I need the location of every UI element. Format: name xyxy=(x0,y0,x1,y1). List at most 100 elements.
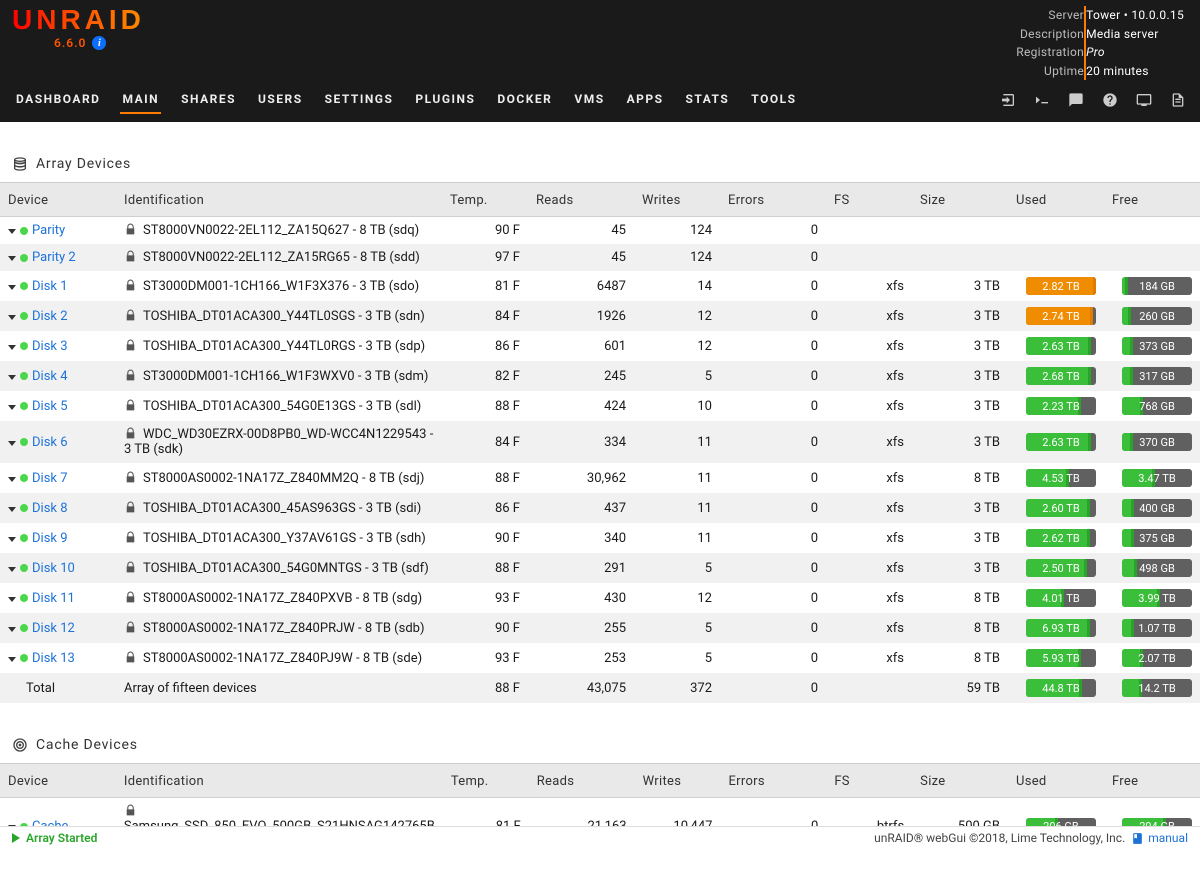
manual-link[interactable]: manual xyxy=(1131,831,1188,845)
device-link[interactable]: Disk 13 xyxy=(32,651,75,666)
errors-value: 0 xyxy=(720,643,826,673)
col-free[interactable]: Free xyxy=(1104,183,1200,217)
feedback-icon[interactable] xyxy=(1068,92,1084,108)
status-dot xyxy=(20,474,28,482)
device-ident: ST8000AS0002-1NA17Z_Z840MM2Q - 8 TB (sdj… xyxy=(143,471,424,486)
nav-apps[interactable]: APPS xyxy=(625,86,666,114)
expand-icon[interactable] xyxy=(8,229,16,234)
device-ident: TOSHIBA_DT01ACA300_Y44TL0SGS - 3 TB (sdn… xyxy=(143,309,425,324)
expand-icon[interactable] xyxy=(8,567,16,572)
expand-icon[interactable] xyxy=(8,441,16,446)
col-device[interactable]: Device xyxy=(0,764,116,798)
size-value: 8 TB xyxy=(912,613,1008,643)
help-icon[interactable] xyxy=(1102,92,1118,108)
table-row: Disk 1 ST3000DM001-1CH166_W1F3X376 - 3 T… xyxy=(0,271,1200,301)
lock-icon xyxy=(124,651,137,664)
nav-stats[interactable]: STATS xyxy=(684,86,732,114)
col-writes[interactable]: Writes xyxy=(635,764,721,798)
col-reads[interactable]: Reads xyxy=(528,183,634,217)
expand-icon[interactable] xyxy=(8,507,16,512)
expand-icon[interactable] xyxy=(8,597,16,602)
fs-value: xfs xyxy=(826,523,912,553)
total-label: Total xyxy=(8,681,55,696)
expand-icon[interactable] xyxy=(8,627,16,632)
device-link[interactable]: Parity xyxy=(32,223,65,238)
expand-icon[interactable] xyxy=(8,345,16,350)
info-icon[interactable]: i xyxy=(92,36,106,50)
col-size[interactable]: Size xyxy=(912,764,1008,798)
writes-value: 14 xyxy=(634,271,720,301)
nav-users[interactable]: USERS xyxy=(256,86,305,114)
nav-docker[interactable]: DOCKER xyxy=(495,86,554,114)
logout-icon[interactable] xyxy=(1000,92,1016,108)
temp-value: 84 F xyxy=(442,421,528,463)
errors-value: 0 xyxy=(720,583,826,613)
col-free[interactable]: Free xyxy=(1104,764,1200,798)
terminal-icon[interactable] xyxy=(1034,92,1050,108)
col-device[interactable]: Device xyxy=(0,183,116,217)
lock-icon xyxy=(124,309,137,322)
lock-icon xyxy=(124,591,137,604)
errors-value: 0 xyxy=(720,244,826,271)
expand-icon[interactable] xyxy=(8,537,16,542)
nav-shares[interactable]: SHARES xyxy=(179,86,238,114)
col-used[interactable]: Used xyxy=(1008,764,1104,798)
nav-settings[interactable]: SETTINGS xyxy=(323,86,396,114)
col-ident[interactable]: Identification xyxy=(116,183,442,217)
device-link[interactable]: Disk 6 xyxy=(32,435,68,450)
expand-icon[interactable] xyxy=(8,405,16,410)
col-size[interactable]: Size xyxy=(912,183,1008,217)
device-link[interactable]: Disk 11 xyxy=(32,591,75,606)
nav-tools[interactable]: TOOLS xyxy=(749,86,798,114)
col-ident[interactable]: Identification xyxy=(116,764,443,798)
col-errors[interactable]: Errors xyxy=(720,764,826,798)
fs-value: xfs xyxy=(826,493,912,523)
device-link[interactable]: Disk 1 xyxy=(32,279,68,294)
device-link[interactable]: Disk 12 xyxy=(32,621,75,636)
device-link[interactable]: Disk 4 xyxy=(32,369,68,384)
col-used[interactable]: Used xyxy=(1008,183,1104,217)
table-row: Disk 12 ST8000AS0002-1NA17Z_Z840PRJW - 8… xyxy=(0,613,1200,643)
device-link[interactable]: Disk 5 xyxy=(32,399,68,414)
device-link[interactable]: Disk 7 xyxy=(32,471,68,486)
usage-bar: 375 GB xyxy=(1122,529,1192,547)
col-temp[interactable]: Temp. xyxy=(443,764,529,798)
temp-value: 88 F xyxy=(442,673,528,703)
nav-vms[interactable]: VMS xyxy=(572,86,606,114)
col-temp[interactable]: Temp. xyxy=(442,183,528,217)
writes-value: 12 xyxy=(634,583,720,613)
log-icon[interactable] xyxy=(1170,92,1186,108)
table-row: Disk 5 TOSHIBA_DT01ACA300_54G0E13GS - 3 … xyxy=(0,391,1200,421)
device-link[interactable]: Disk 9 xyxy=(32,531,68,546)
expand-icon[interactable] xyxy=(8,285,16,290)
col-fs[interactable]: FS xyxy=(826,764,912,798)
device-link[interactable]: Disk 3 xyxy=(32,339,68,354)
device-link[interactable]: Disk 8 xyxy=(32,501,68,516)
display-icon[interactable] xyxy=(1136,92,1152,108)
col-fs[interactable]: FS xyxy=(826,183,912,217)
expand-icon[interactable] xyxy=(8,657,16,662)
expand-icon[interactable] xyxy=(8,375,16,380)
usage-bar: 2.63 TB xyxy=(1026,433,1096,451)
footer-copyright: unRAID® webGui ©2018, Lime Technology, I… xyxy=(874,831,1125,845)
table-row: Disk 2 TOSHIBA_DT01ACA300_Y44TL0SGS - 3 … xyxy=(0,301,1200,331)
device-ident: TOSHIBA_DT01ACA300_Y44TL0RGS - 3 TB (sdp… xyxy=(143,339,425,354)
nav-plugins[interactable]: PLUGINS xyxy=(413,86,477,114)
col-reads[interactable]: Reads xyxy=(529,764,635,798)
device-ident: TOSHIBA_DT01ACA300_54G0MNTGS - 3 TB (sdf… xyxy=(143,561,429,576)
col-errors[interactable]: Errors xyxy=(720,183,826,217)
uptime-value: 20 minutes xyxy=(1086,62,1184,81)
col-writes[interactable]: Writes xyxy=(634,183,720,217)
version-text: 6.6.0 xyxy=(54,36,86,50)
temp-value: 88 F xyxy=(442,463,528,493)
device-link[interactable]: Parity 2 xyxy=(32,250,76,265)
device-link[interactable]: Disk 2 xyxy=(32,309,68,324)
table-row: Parity ST8000VN0022-2EL112_ZA15Q627 - 8 … xyxy=(0,217,1200,245)
device-link[interactable]: Disk 10 xyxy=(32,561,75,576)
expand-icon[interactable] xyxy=(8,315,16,320)
nav-main[interactable]: MAIN xyxy=(120,86,161,114)
expand-icon[interactable] xyxy=(8,477,16,482)
expand-icon[interactable] xyxy=(8,256,16,261)
fs-value: xfs xyxy=(826,553,912,583)
nav-dashboard[interactable]: DASHBOARD xyxy=(14,86,102,114)
